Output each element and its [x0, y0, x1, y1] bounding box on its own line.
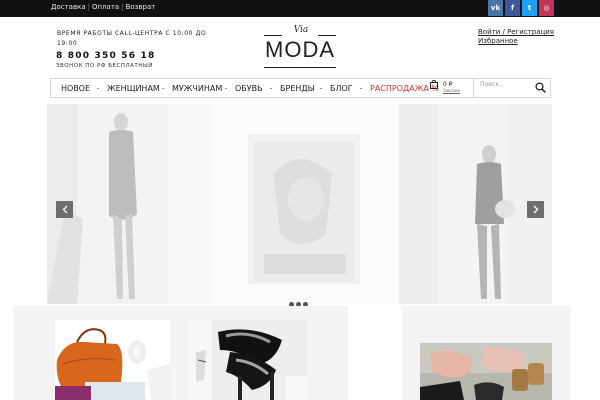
- nav-separator: [225, 88, 227, 89]
- search-icon[interactable]: [535, 82, 546, 93]
- phone-number[interactable]: 8 800 350 56 18: [56, 51, 155, 61]
- instagram-icon[interactable]: ◎: [539, 0, 554, 16]
- nav-item-new[interactable]: НОВОЕ: [61, 84, 90, 93]
- slider-prev-button[interactable]: [56, 201, 73, 218]
- logo-rule: [264, 67, 336, 68]
- call-center-hours: ВРЕМЯ РАБОТЫ CALL-ЦЕНТРА С 10:00 ДО 19:0…: [57, 30, 207, 47]
- link-separator: |: [87, 3, 90, 11]
- heels-photo[interactable]: [420, 343, 552, 400]
- nav-item-brands[interactable]: БРЕНДЫ: [280, 84, 315, 93]
- return-link[interactable]: Возврат: [126, 3, 156, 11]
- login-register-link[interactable]: Войти / Регистрация: [478, 28, 554, 36]
- logo-moda-text: MODA: [265, 37, 335, 62]
- top-bar: Доставка | Оплата | Возврат vk f t ◎: [0, 0, 600, 17]
- slide-image-center: [214, 104, 399, 304]
- delivery-link[interactable]: Доставка: [51, 3, 86, 11]
- facebook-icon[interactable]: f: [505, 0, 520, 16]
- twitter-icon[interactable]: t: [522, 0, 537, 16]
- logo-rule: [264, 35, 282, 36]
- chevron-left-icon: [62, 205, 67, 214]
- cart-orders-link[interactable]: Заказов: [443, 88, 460, 93]
- cart-sum[interactable]: 0 ₽: [443, 81, 453, 88]
- vk-icon[interactable]: vk: [488, 0, 503, 16]
- link-separator: |: [121, 3, 124, 11]
- payment-link[interactable]: Оплата: [92, 3, 119, 11]
- shoes-photo[interactable]: [190, 320, 307, 400]
- nav-separator: [270, 88, 272, 89]
- search-input[interactable]: Поиск...: [480, 81, 505, 88]
- slider-next-button[interactable]: [527, 201, 544, 218]
- top-links: Доставка | Оплата | Возврат: [51, 3, 155, 11]
- search-box[interactable]: Поиск...: [473, 78, 551, 98]
- nav-separator: [360, 88, 362, 89]
- logo-via-text: Via: [293, 25, 309, 35]
- nav-item-shoes[interactable]: ОБУВЬ: [235, 84, 263, 93]
- nav-separator: [320, 88, 322, 89]
- free-call-note: ЗВОНОК ПО РФ БЕСПЛАТНЫЙ: [56, 63, 153, 69]
- nav-separator: [162, 88, 164, 89]
- nav-item-blog[interactable]: БЛОГ: [330, 84, 353, 93]
- logo-rule: [318, 35, 336, 36]
- nav-item-women[interactable]: ЖЕНЩИНАМ: [107, 84, 160, 93]
- nav-separator: [97, 88, 99, 89]
- nav-item-men[interactable]: МУЖЧИНАМ: [172, 84, 222, 93]
- bags-photo[interactable]: [55, 320, 170, 400]
- favorites-link[interactable]: Избранное: [478, 37, 518, 45]
- nav-item-sale[interactable]: РАСПРОДАЖА %: [370, 84, 439, 93]
- chevron-right-icon: [533, 205, 538, 214]
- shopping-bag-icon[interactable]: [430, 80, 438, 89]
